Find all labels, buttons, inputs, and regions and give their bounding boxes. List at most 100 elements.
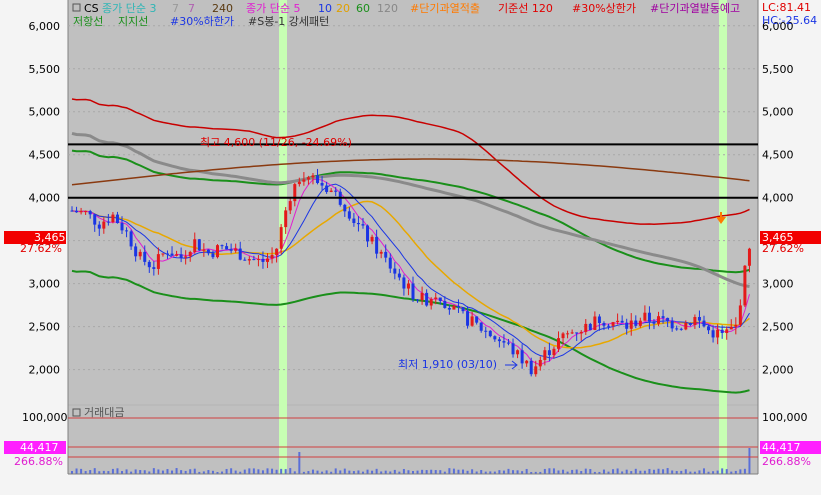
volume-bar[interactable] [171,470,174,474]
volume-bar[interactable] [230,468,233,474]
volume-bar[interactable] [407,470,410,474]
candle-body[interactable] [252,259,256,261]
volume-bar[interactable] [289,468,292,474]
candle-body[interactable] [643,312,647,321]
candle-body[interactable] [143,251,147,262]
candle-body[interactable] [484,330,488,332]
candle-body[interactable] [302,179,306,182]
volume-bar[interactable] [157,469,160,474]
candle-body[interactable] [657,316,661,324]
volume-bar[interactable] [402,468,405,474]
volume-bar[interactable] [248,468,251,474]
volume-bar[interactable] [634,468,637,474]
volume-bar[interactable] [725,469,728,474]
candle-body[interactable] [320,182,324,186]
candle-body[interactable] [275,248,279,255]
volume-bar[interactable] [93,468,96,474]
candle-body[interactable] [556,338,560,349]
candle-body[interactable] [547,350,551,356]
candle-body[interactable] [616,320,620,323]
volume-bar[interactable] [261,470,264,474]
candle-body[interactable] [147,261,151,268]
candle-body[interactable] [634,320,638,326]
candle-body[interactable] [343,204,347,212]
volume-bar[interactable] [316,470,319,474]
candle-body[interactable] [175,254,179,256]
candle-body[interactable] [593,316,597,331]
candle-body[interactable] [561,333,565,339]
candle-body[interactable] [366,225,370,242]
candle-body[interactable] [679,328,683,330]
candle-body[interactable] [479,322,483,331]
candle-body[interactable] [729,326,733,330]
volume-bar[interactable] [602,469,605,474]
candle-body[interactable] [675,328,679,330]
volume-bar[interactable] [280,468,283,474]
volume-bar[interactable] [134,469,137,474]
candle-body[interactable] [579,331,583,334]
volume-bar[interactable] [571,469,574,474]
candle-body[interactable] [379,251,383,254]
candle-body[interactable] [670,320,674,329]
volume-bar[interactable] [425,470,428,474]
candle-body[interactable] [602,323,606,326]
candle-body[interactable] [256,258,260,260]
candle-body[interactable] [620,320,624,323]
candle-body[interactable] [652,321,656,324]
candle-body[interactable] [152,267,156,269]
candle-body[interactable] [197,239,201,251]
candle-body[interactable] [684,323,688,330]
volume-bar[interactable] [743,468,746,474]
candle-body[interactable] [647,312,651,322]
candle-body[interactable] [329,190,333,192]
candle-body[interactable] [284,210,288,228]
volume-bar[interactable] [275,469,278,474]
candle-body[interactable] [311,175,315,178]
volume-bar[interactable] [471,469,474,474]
candle-body[interactable] [388,257,392,269]
candle-body[interactable] [597,316,601,324]
candle-body[interactable] [638,320,642,326]
volume-bar[interactable] [143,470,146,474]
volume-bar[interactable] [189,469,192,474]
volume-bar[interactable] [252,468,255,474]
volume-bar[interactable] [125,469,128,474]
candle-body[interactable] [425,292,429,306]
volume-bar[interactable] [698,470,701,474]
volume-bar[interactable] [525,468,528,474]
volume-bar[interactable] [498,470,501,474]
candle-body[interactable] [375,236,379,254]
volume-bar[interactable] [207,470,210,474]
candle-body[interactable] [279,227,283,249]
volume-bar[interactable] [584,468,587,474]
volume-bar[interactable] [616,468,619,474]
candle-body[interactable] [461,307,465,312]
candle-body[interactable] [97,224,101,229]
candle-body[interactable] [225,246,229,250]
candle-body[interactable] [115,214,119,224]
volume-bar[interactable] [257,469,260,474]
volume-bar[interactable] [512,470,515,474]
candle-body[interactable] [434,297,438,300]
volume-bar[interactable] [548,468,551,474]
volume-bar[interactable] [343,468,346,474]
candle-body[interactable] [738,305,742,325]
volume-bar[interactable] [562,469,565,474]
candle-body[interactable] [488,330,492,337]
candle-body[interactable] [111,214,115,223]
candle-body[interactable] [470,316,474,326]
candle-body[interactable] [356,222,360,225]
volume-bar[interactable] [334,468,337,474]
candle-body[interactable] [447,307,451,310]
volume-bar[interactable] [393,469,396,474]
volume-bar[interactable] [557,470,560,474]
candle-body[interactable] [502,341,506,343]
candle-body[interactable] [179,254,183,258]
candle-body[interactable] [138,251,142,257]
volume-bar[interactable] [739,469,742,474]
volume-bar[interactable] [116,468,119,474]
candle-body[interactable] [170,253,174,256]
candle-body[interactable] [466,311,470,326]
candle-body[interactable] [193,239,197,252]
volume-bar[interactable] [452,468,455,474]
